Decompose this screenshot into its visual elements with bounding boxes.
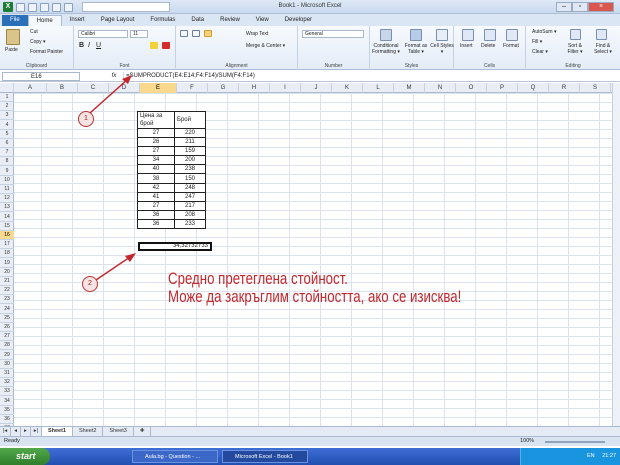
start-button[interactable]: start [0,448,50,465]
callout-2: 2 [82,276,98,292]
status-bar: Ready 100% [0,436,620,446]
annotation-line-1: Средно претеглена стойност. [168,269,348,288]
new-sheet-icon[interactable]: ✚ [134,427,152,436]
zoom-level[interactable]: 100% [520,437,534,446]
task-browser[interactable]: Aula.bg - Question - ... [132,450,218,463]
status-text: Ready [4,438,20,444]
sheet-tab-2[interactable]: Sheet2 [73,427,104,436]
sheet-tabs-bar: |◂ ◂ ▸ ▸| Sheet1 Sheet2 Sheet3 ✚ [0,426,620,436]
arrow-2-head [125,253,136,262]
sheet-tab-3[interactable]: Sheet3 [103,427,134,436]
sheet-tab-1[interactable]: Sheet1 [41,427,73,436]
zoom-slider[interactable] [545,441,605,443]
sheet-nav-first-icon[interactable]: |◂ [0,427,12,436]
task-excel[interactable]: Microsoft Excel - Book1 [222,450,308,463]
taskbar: start Aula.bg - Question - ... Microsoft… [0,448,620,465]
annotation-line-2: Може да закръглим стойността, ако се изи… [168,287,462,306]
arrow-1-line [89,78,129,114]
system-tray: EN 21:27 [520,448,620,465]
clock: 21:27 [602,453,616,459]
annotation-arrows [89,75,136,281]
sheet-nav-last-icon[interactable]: ▸| [31,427,42,436]
language-indicator[interactable]: EN [587,453,595,459]
arrow-2-line [95,256,131,281]
sheet-nav-prev-icon[interactable]: ◂ [11,427,21,436]
callout-1: 1 [78,111,94,127]
sheet-nav-next-icon[interactable]: ▸ [21,427,31,436]
